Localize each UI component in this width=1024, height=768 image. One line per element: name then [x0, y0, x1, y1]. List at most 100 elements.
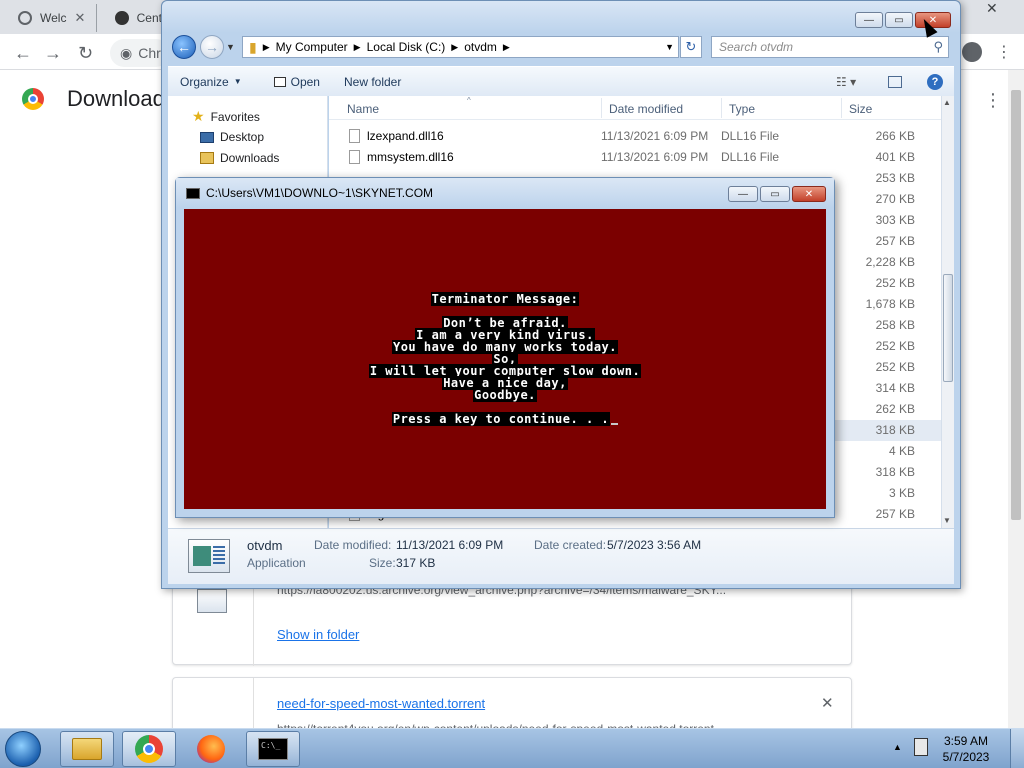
organize-button[interactable]: Organize ▼: [168, 75, 254, 89]
breadcrumb-local-disk[interactable]: Local Disk (C:): [361, 40, 452, 54]
details-size-label: Size:: [369, 556, 396, 570]
chevron-down-icon: ▼: [233, 77, 242, 86]
minimize-button[interactable]: —: [728, 186, 758, 202]
file-size: 1,678 KB: [865, 297, 915, 311]
taskbar-explorer[interactable]: [60, 731, 114, 767]
text-cursor: [611, 423, 619, 425]
new-folder-button[interactable]: New folder: [332, 75, 413, 89]
file-row[interactable]: mmsystem.dll16 11/13/2021 6:09 PM DLL16 …: [329, 147, 941, 168]
address-dropdown-icon[interactable]: ▼: [665, 42, 674, 52]
refresh-icon[interactable]: ↻: [680, 36, 702, 58]
tab-label: Cent: [136, 11, 162, 25]
chrome-logo-icon: [22, 88, 44, 110]
file-type: DLL16 File: [721, 129, 780, 143]
chrome-page-icon: ◉: [120, 44, 133, 61]
console-screen[interactable]: Terminator Message: Don’t be afraid. I a…: [184, 209, 826, 509]
more-actions-icon[interactable]: ⋮: [984, 90, 1002, 111]
nav-item-downloads[interactable]: Downloads: [200, 151, 279, 165]
view-options-icon[interactable]: ☷ ▾: [836, 75, 856, 89]
search-input[interactable]: Search otvdm ⚲: [711, 36, 949, 58]
new-folder-label: New folder: [343, 74, 402, 89]
show-hidden-icons[interactable]: ▲: [893, 742, 902, 752]
file-size: 314 KB: [875, 381, 915, 395]
close-icon[interactable]: ✕: [74, 10, 85, 26]
chrome-icon: [135, 735, 163, 763]
profile-avatar[interactable]: [962, 42, 982, 62]
sort-ascending-icon: ^: [467, 96, 471, 105]
close-button[interactable]: ✕: [792, 186, 826, 202]
back-icon[interactable]: ←: [14, 43, 32, 64]
desktop-icon: [200, 131, 214, 143]
search-icon[interactable]: ⚲: [933, 39, 943, 55]
column-date[interactable]: Date modified: [609, 102, 683, 116]
nav-item-desktop[interactable]: Desktop: [200, 130, 264, 144]
file-size: 252 KB: [875, 276, 915, 290]
scroll-up-icon[interactable]: ▲: [943, 98, 951, 107]
details-pane: otvdm Application Date modified: 11/13/2…: [168, 528, 954, 584]
file-size: 4 KB: [888, 444, 915, 458]
address-bar[interactable]: ▮ ▶ My Computer ▶ Local Disk (C:) ▶ otvd…: [242, 36, 679, 58]
taskbar-chrome[interactable]: [122, 731, 176, 767]
taskbar-clock[interactable]: 3:59 AM 5/7/2023: [936, 733, 996, 765]
details-created-label: Date created:: [534, 538, 607, 552]
file-list-scrollbar[interactable]: ▲ ▼: [941, 96, 954, 528]
preview-pane-icon[interactable]: [888, 75, 902, 88]
start-button[interactable]: [5, 731, 41, 767]
file-size: 270 KB: [875, 192, 915, 206]
file-row[interactable]: lzexpand.dll16 11/13/2021 6:09 PM DLL16 …: [329, 126, 941, 147]
file-size: 258 KB: [875, 318, 915, 332]
recent-pages-icon[interactable]: ▼: [226, 42, 235, 52]
column-type[interactable]: Type: [729, 102, 755, 116]
column-header: Name ^ Date modified Type Size: [329, 96, 941, 120]
browser-tab-center[interactable]: Cent: [96, 4, 162, 32]
file-name: lzexpand.dll16: [367, 129, 444, 143]
breadcrumb-otvdm[interactable]: otvdm: [458, 40, 503, 54]
column-name[interactable]: Name: [347, 102, 379, 116]
folder-icon: ▮: [249, 38, 257, 55]
file-size: 252 KB: [875, 360, 915, 374]
forward-icon[interactable]: →: [44, 43, 62, 64]
nav-label: Desktop: [220, 130, 265, 144]
help-icon[interactable]: ?: [927, 73, 943, 90]
open-button[interactable]: Open: [262, 75, 332, 89]
nav-label: Favorites: [210, 109, 260, 124]
back-icon[interactable]: ←: [172, 35, 196, 59]
taskbar-firefox[interactable]: [184, 731, 238, 767]
breadcrumb-my-computer[interactable]: My Computer: [270, 40, 354, 54]
remove-download-icon[interactable]: ✕: [821, 694, 834, 712]
show-in-folder-link[interactable]: Show in folder: [277, 627, 359, 642]
file-date: 11/13/2021 6:09 PM: [601, 150, 709, 164]
browser-tab-welcome[interactable]: Welc ✕: [0, 4, 96, 32]
file-size: 303 KB: [875, 213, 915, 227]
details-modified-value: 11/13/2021 6:09 PM: [396, 538, 504, 552]
show-desktop-button[interactable]: [1010, 729, 1024, 768]
minimize-button[interactable]: —: [855, 12, 883, 28]
maximize-button[interactable]: ▭: [760, 186, 790, 202]
scroll-down-icon[interactable]: ▼: [943, 516, 951, 525]
page-scrollbar[interactable]: [1008, 70, 1024, 728]
console-window: C:\Users\VM1\DOWNLO~1\SKYNET.COM — ▭ ✕ T…: [175, 177, 835, 518]
reload-icon[interactable]: ↻: [78, 43, 93, 64]
download-filename-link[interactable]: need-for-speed-most-wanted.torrent: [277, 696, 485, 711]
page-title: Download: [67, 86, 165, 111]
taskbar-cmd[interactable]: C:\_: [246, 731, 300, 767]
firefox-icon: [197, 735, 225, 763]
file-size: 401 KB: [875, 150, 915, 164]
chevron-right-icon: ▶: [262, 41, 270, 52]
explorer-titlebar[interactable]: [162, 1, 960, 33]
scroll-thumb[interactable]: [943, 274, 953, 382]
file-size: 318 KB: [875, 465, 915, 479]
maximize-button[interactable]: ▭: [885, 12, 913, 28]
file-size: 318 KB: [875, 423, 915, 437]
chrome-menu-icon[interactable]: ⋮: [996, 42, 1012, 62]
file-size: 253 KB: [875, 171, 915, 185]
console-prompt-line: Press a key to continue. . .: [184, 412, 826, 426]
column-size[interactable]: Size: [849, 102, 872, 116]
chrome-close-icon[interactable]: ✕: [986, 0, 998, 17]
omnibox-text: Chr: [138, 45, 161, 61]
nav-label: Downloads: [220, 151, 280, 165]
details-name: otvdm: [247, 538, 283, 553]
forward-icon[interactable]: →: [200, 35, 224, 59]
action-center-icon[interactable]: [914, 738, 928, 756]
nav-item-favorites[interactable]: ★ Favorites: [192, 108, 260, 125]
